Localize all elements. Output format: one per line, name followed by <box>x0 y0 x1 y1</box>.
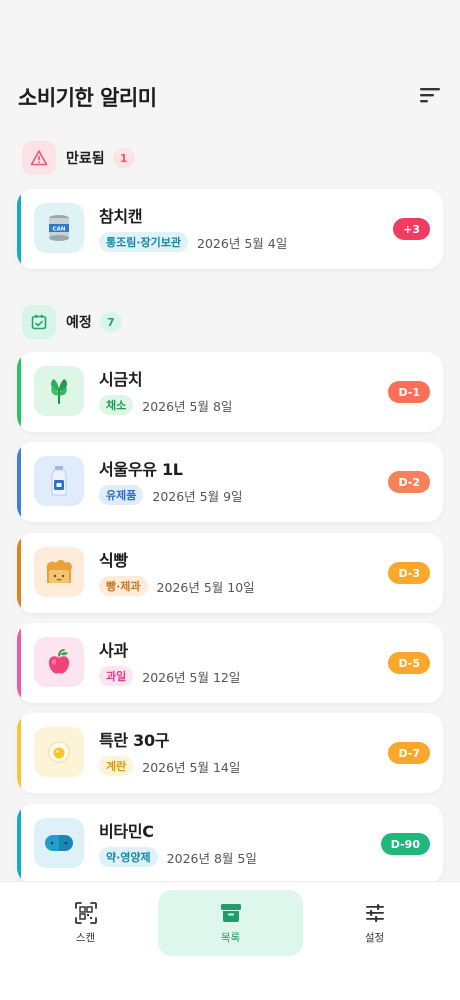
nav-scan[interactable]: 스캔 <box>13 890 158 956</box>
category-tag: 계란 <box>99 756 134 776</box>
item-name: 식빵 <box>99 551 128 570</box>
pill-icon <box>34 818 84 868</box>
expiry-date: 2026년 5월 9일 <box>152 488 243 504</box>
milk-bottle-icon <box>34 456 84 506</box>
expiry-date: 2026년 5월 10일 <box>156 579 255 595</box>
item-card-eggs[interactable]: 특란 30구 계란 2026년 5월 14일 D-7 <box>17 713 443 793</box>
app-title: 소비기한 알리미 <box>18 86 157 110</box>
spinach-icon <box>34 366 84 416</box>
section-upcoming-label: 예정 <box>66 315 92 331</box>
category-tag: 유제품 <box>99 485 144 505</box>
item-card-tuna[interactable]: CAN 참치캔 통조림·장기보관 2026년 5월 4일 +3 <box>17 189 443 269</box>
card-accent-bar <box>17 352 21 432</box>
calendar-check-icon <box>22 305 56 339</box>
nav-settings-label: 설정 <box>364 932 385 944</box>
item-card-milk[interactable]: 서울우유 1L 유제품 2026년 5월 9일 D-2 <box>17 442 443 522</box>
item-card-spinach[interactable]: 시금치 채소 2026년 5월 8일 D-1 <box>17 352 443 432</box>
sort-icon <box>420 88 440 103</box>
dday-badge: D-2 <box>388 471 430 493</box>
expiry-date: 2026년 5월 12일 <box>142 669 241 685</box>
category-tag: 약·영양제 <box>99 847 158 867</box>
apple-icon <box>34 637 84 687</box>
egg-icon <box>34 727 84 777</box>
expiry-date: 2026년 8월 5일 <box>166 850 257 866</box>
item-name: 서울우유 1L <box>99 460 183 479</box>
section-expired-count: 1 <box>112 148 135 168</box>
item-name: 사과 <box>99 641 128 660</box>
category-tag: 과일 <box>99 666 134 686</box>
archive-box-icon <box>220 904 241 922</box>
category-tag: 빵·제과 <box>99 576 148 596</box>
category-tag: 통조림·장기보관 <box>99 232 189 252</box>
item-name: 참치캔 <box>99 207 143 226</box>
expiry-date: 2026년 5월 4일 <box>197 235 288 251</box>
item-name: 비타민C <box>99 822 154 841</box>
item-meta: 계란 2026년 5월 14일 <box>99 756 240 776</box>
warning-triangle-icon <box>22 141 56 175</box>
item-meta: 채소 2026년 5월 8일 <box>99 395 232 415</box>
item-card-apple[interactable]: 사과 과일 2026년 5월 12일 D-5 <box>17 623 443 703</box>
section-upcoming-count: 7 <box>99 312 122 332</box>
item-meta: 통조림·장기보관 2026년 5월 4일 <box>99 232 287 252</box>
card-accent-bar <box>17 713 21 793</box>
item-meta: 과일 2026년 5월 12일 <box>99 666 240 686</box>
item-card-bread[interactable]: 식빵 빵·제과 2026년 5월 10일 D-3 <box>17 533 443 613</box>
card-accent-bar <box>17 804 21 884</box>
section-expired-label: 만료됨 <box>66 151 105 167</box>
svg-text:CAN: CAN <box>53 226 66 232</box>
nav-list-label: 목록 <box>220 932 241 944</box>
item-name: 특란 30구 <box>99 731 170 750</box>
item-card-vitamin[interactable]: 비타민C 약·영양제 2026년 8월 5일 D-90 <box>17 804 443 884</box>
sort-button[interactable] <box>418 84 442 106</box>
card-accent-bar <box>17 623 21 703</box>
dday-badge: D-90 <box>380 833 430 855</box>
dday-badge: D-3 <box>388 562 430 584</box>
item-name: 시금치 <box>99 370 143 389</box>
qr-scan-icon <box>74 902 97 924</box>
dday-badge: D-5 <box>388 652 430 674</box>
nav-scan-label: 스캔 <box>75 932 96 944</box>
section-expired-header: 만료됨 1 <box>22 141 135 175</box>
nav-list[interactable]: 목록 <box>158 890 303 956</box>
category-tag: 채소 <box>99 395 134 415</box>
card-accent-bar <box>17 533 21 613</box>
card-accent-bar <box>17 442 21 522</box>
nav-settings[interactable]: 설정 <box>302 890 447 956</box>
section-upcoming-header: 예정 7 <box>22 305 122 339</box>
dday-badge: D-1 <box>388 381 430 403</box>
expiry-date: 2026년 5월 14일 <box>142 759 241 775</box>
item-meta: 유제품 2026년 5월 9일 <box>99 485 243 505</box>
bread-icon <box>34 547 84 597</box>
dday-badge: +3 <box>393 218 430 240</box>
app-header: 소비기한 알리미 <box>0 70 460 122</box>
dday-badge: D-7 <box>388 742 430 764</box>
card-accent-bar <box>17 189 21 269</box>
bottom-nav: 스캔 목록 설정 <box>0 881 460 1000</box>
expiry-date: 2026년 5월 8일 <box>142 398 233 414</box>
item-meta: 약·영양제 2026년 8월 5일 <box>99 847 257 867</box>
sliders-icon <box>365 904 384 922</box>
can-icon: CAN <box>34 203 84 253</box>
item-meta: 빵·제과 2026년 5월 10일 <box>99 576 255 596</box>
